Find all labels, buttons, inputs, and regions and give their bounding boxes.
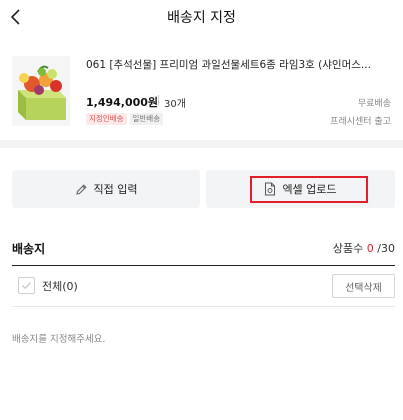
- empty-destination-message: 배송지를 지정해주세요.: [12, 334, 106, 345]
- product-thumbnail: [12, 56, 70, 126]
- shipping-fee: 무료배송: [357, 99, 391, 109]
- destination-header: 배송지 상품수 0 /30: [12, 238, 395, 258]
- destination-title: 배송지: [12, 242, 46, 256]
- product-title: 061 [추석선물] 프리미엄 과일선물세트6종 라임3호 (샤인머스...: [86, 59, 371, 71]
- product-quantity: 30개: [164, 99, 186, 110]
- product-summary: 061 [추석선물] 프리미엄 과일선물세트6종 라임3호 (샤인머스... 1…: [0, 36, 403, 140]
- select-all-row: 전체(0) 선택삭제: [12, 266, 395, 306]
- shipping-origin: 프레시센터 출고: [330, 117, 391, 127]
- product-count-label: 상품수: [332, 242, 364, 255]
- direct-input-label: 직접 입력: [93, 183, 138, 196]
- designated-delivery-badge: 지정인배송: [86, 113, 127, 125]
- top-header: 배송지 지정: [0, 0, 403, 36]
- badge-group: 지정인배송 일반배송: [86, 113, 164, 125]
- page-title: 배송지 지정: [167, 10, 236, 26]
- product-count: 상품수 0 /30: [333, 240, 395, 256]
- select-all-label: 전체(0): [42, 280, 78, 293]
- delete-selected-button[interactable]: 선택삭제: [332, 274, 395, 298]
- product-count-total: /30: [377, 242, 395, 255]
- direct-input-button[interactable]: 직접 입력: [12, 170, 200, 208]
- section-divider: [0, 140, 403, 148]
- product-price: 1,494,000원: [86, 96, 159, 109]
- price-divider: [158, 95, 159, 105]
- select-all-checkbox[interactable]: [18, 277, 35, 294]
- product-count-current: 0: [366, 242, 374, 255]
- check-icon: [22, 282, 31, 290]
- input-method-buttons: 직접 입력 엑셀 업로드: [12, 170, 395, 208]
- standard-delivery-badge: 일반배송: [129, 113, 164, 125]
- highlight-annotation: [250, 176, 368, 203]
- row-divider: [12, 306, 395, 307]
- pencil-icon: [75, 183, 87, 195]
